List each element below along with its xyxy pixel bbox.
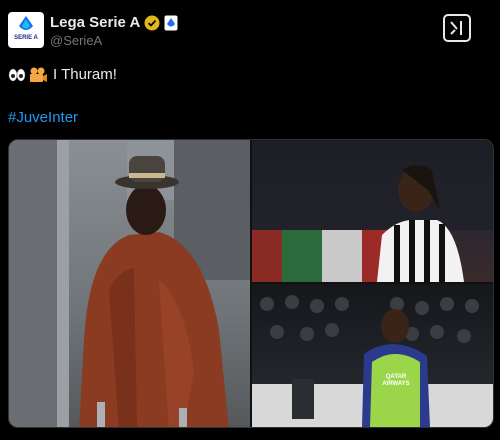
serie-a-logo-icon (19, 16, 33, 30)
media-grid[interactable]: QATAR AIRWAYS (8, 139, 494, 428)
account-handle[interactable]: @SerieA (50, 33, 102, 48)
eyes-emoji-icon (8, 68, 26, 81)
grok-button[interactable] (443, 14, 471, 42)
movie-camera-emoji-icon (30, 67, 47, 82)
hashtag-link[interactable]: #JuveInter (8, 109, 78, 126)
training-bib-text: QATAR AIRWAYS (382, 374, 410, 387)
account-avatar[interactable]: SERIE A (8, 12, 44, 48)
photo-player-juventus-kit[interactable] (252, 140, 493, 282)
grok-icon (450, 21, 462, 35)
tweet-body-text: I Thuram! (53, 66, 117, 83)
photo-3-illustration (252, 295, 493, 427)
tweet-text: I Thuram! (8, 66, 117, 83)
account-name-row: Lega Serie A (50, 14, 178, 31)
affiliate-badge-icon[interactable] (164, 15, 178, 31)
photo-player-training-bib-with-crowd[interactable]: QATAR AIRWAYS (252, 284, 493, 427)
display-name[interactable]: Lega Serie A (50, 14, 140, 31)
avatar-logo-text: SERIE A (14, 35, 38, 41)
photo-man-in-hat-and-puffer-jacket[interactable] (9, 140, 250, 427)
photo-1-illustration (9, 140, 250, 427)
photo-2-illustration (252, 140, 493, 282)
gold-verified-badge-icon (144, 15, 160, 30)
